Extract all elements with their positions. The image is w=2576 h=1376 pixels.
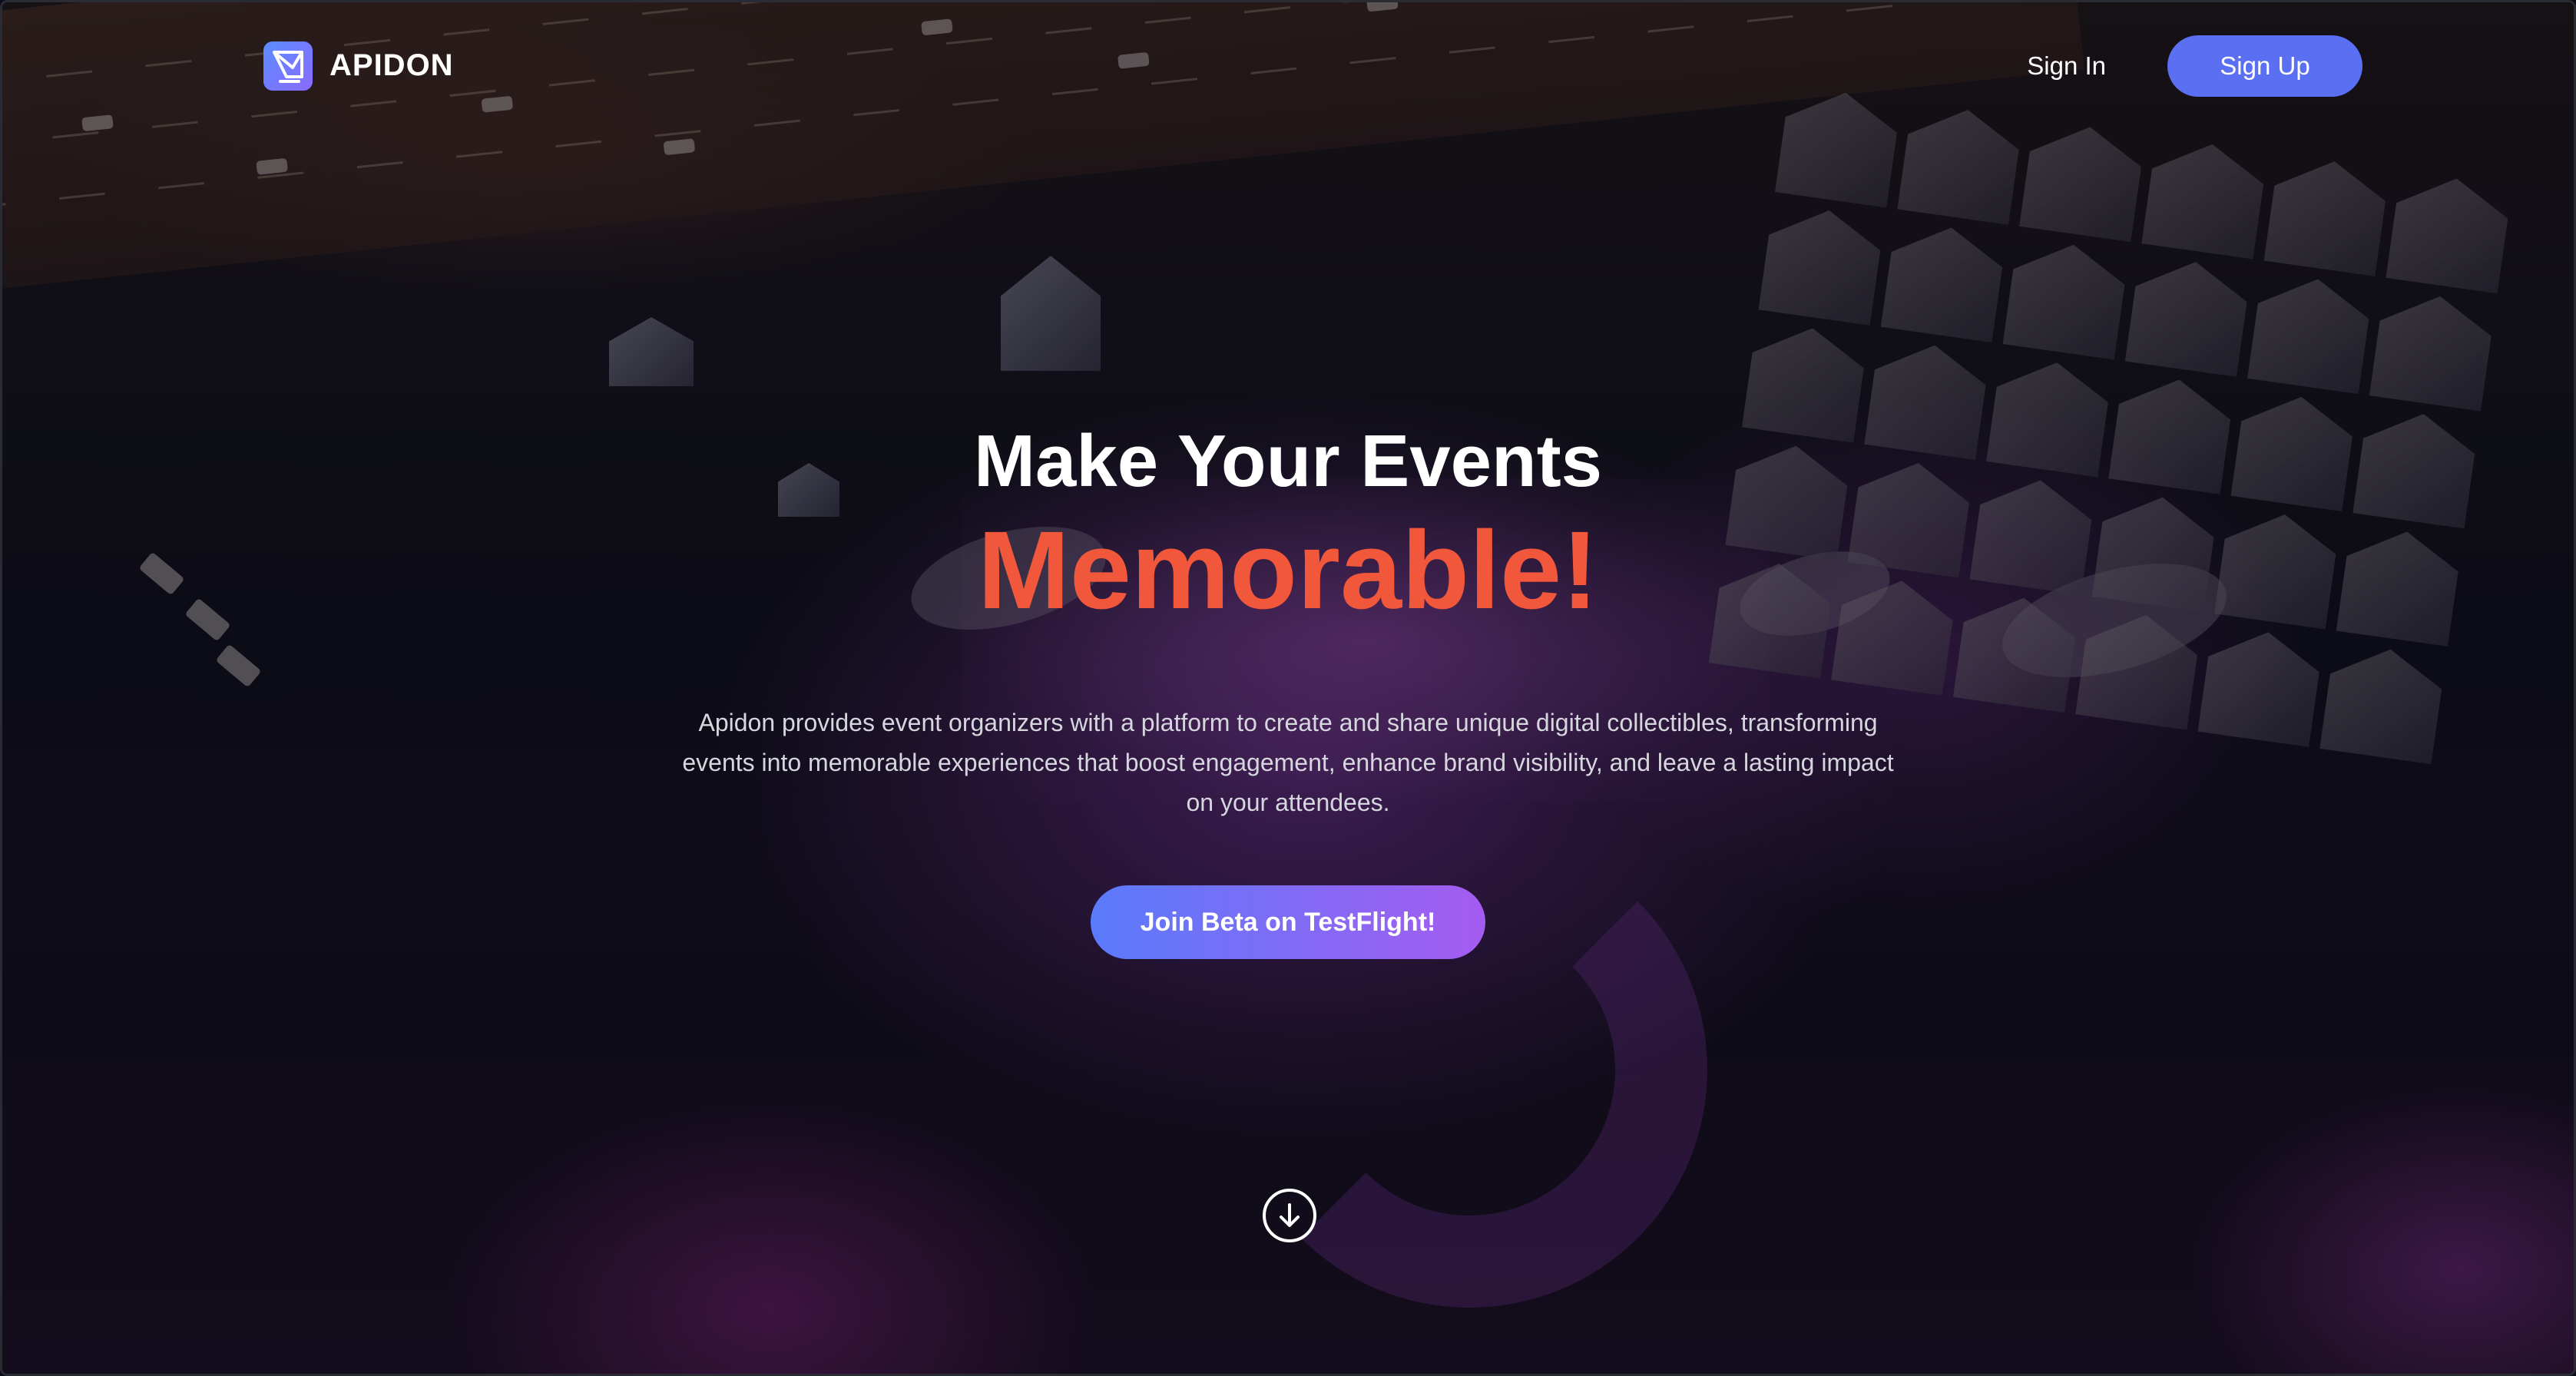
top-nav: APIDON Sign In Sign Up (2, 2, 2574, 129)
brand-name: APIDON (329, 48, 454, 82)
scroll-down-button[interactable] (1263, 1189, 1316, 1242)
hero-title-highlight: Memorable! (977, 508, 1599, 632)
hero-description: Apidon provides event organizers with a … (682, 709, 1894, 816)
arrow-down-circle-icon (1280, 1203, 1300, 1227)
auth-nav: Sign In Sign Up (2027, 35, 2362, 97)
hero-title: Make Your Events (973, 420, 1603, 502)
join-beta-button[interactable]: Join Beta on TestFlight! (1091, 885, 1485, 959)
sign-up-button[interactable]: Sign Up (2167, 35, 2362, 97)
hero-section: Make Your Events Memorable! Apidon provi… (2, 417, 2574, 959)
sign-in-link[interactable]: Sign In (2027, 51, 2106, 81)
landing-page: APIDON Sign In Sign Up Make Your Events … (0, 0, 2576, 1376)
apidon-logo-icon (263, 41, 313, 91)
brand[interactable]: APIDON (263, 41, 454, 91)
